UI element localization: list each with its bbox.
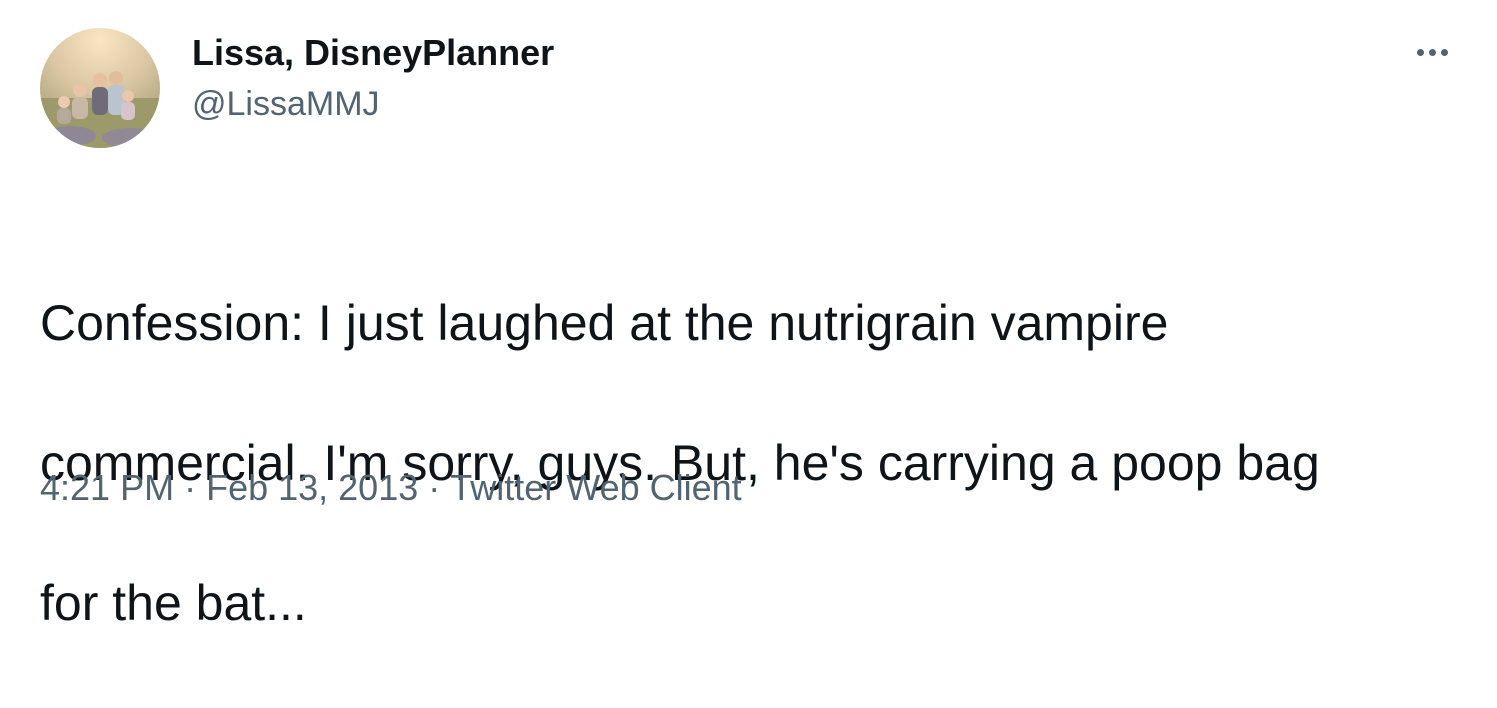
author-display-name[interactable]: Lissa, DisneyPlanner xyxy=(192,32,554,74)
tweet-date-link[interactable]: Feb 13, 2013 xyxy=(206,467,418,508)
author-handle[interactable]: @LissaMMJ xyxy=(192,84,380,124)
tweet-meta: 4:21 PM · Feb 13, 2013 · Twitter Web Client xyxy=(40,466,742,510)
tweet-text: Confession: I just laughed at the nutrig… xyxy=(40,218,1460,708)
family-photo-avatar-icon xyxy=(40,28,160,148)
tweet-card: Lissa, DisneyPlanner @LissaMMJ Confessio… xyxy=(0,0,1497,631)
tweet-text-line: Confession: I just laughed at the nutrig… xyxy=(40,295,1169,351)
more-options-icon-dot xyxy=(1440,48,1448,56)
more-options-icon-dot xyxy=(1428,48,1436,56)
meta-separator: · xyxy=(428,467,441,508)
avatar[interactable] xyxy=(40,28,160,148)
tweet-time-link[interactable]: 4:21 PM xyxy=(40,467,174,508)
meta-separator: · xyxy=(184,467,197,508)
tweet-client-link[interactable]: Twitter Web Client xyxy=(450,467,741,508)
tweet-text-line: for the bat... xyxy=(40,575,307,631)
more-options-icon xyxy=(1416,48,1424,56)
more-options-button[interactable] xyxy=(1408,36,1456,68)
